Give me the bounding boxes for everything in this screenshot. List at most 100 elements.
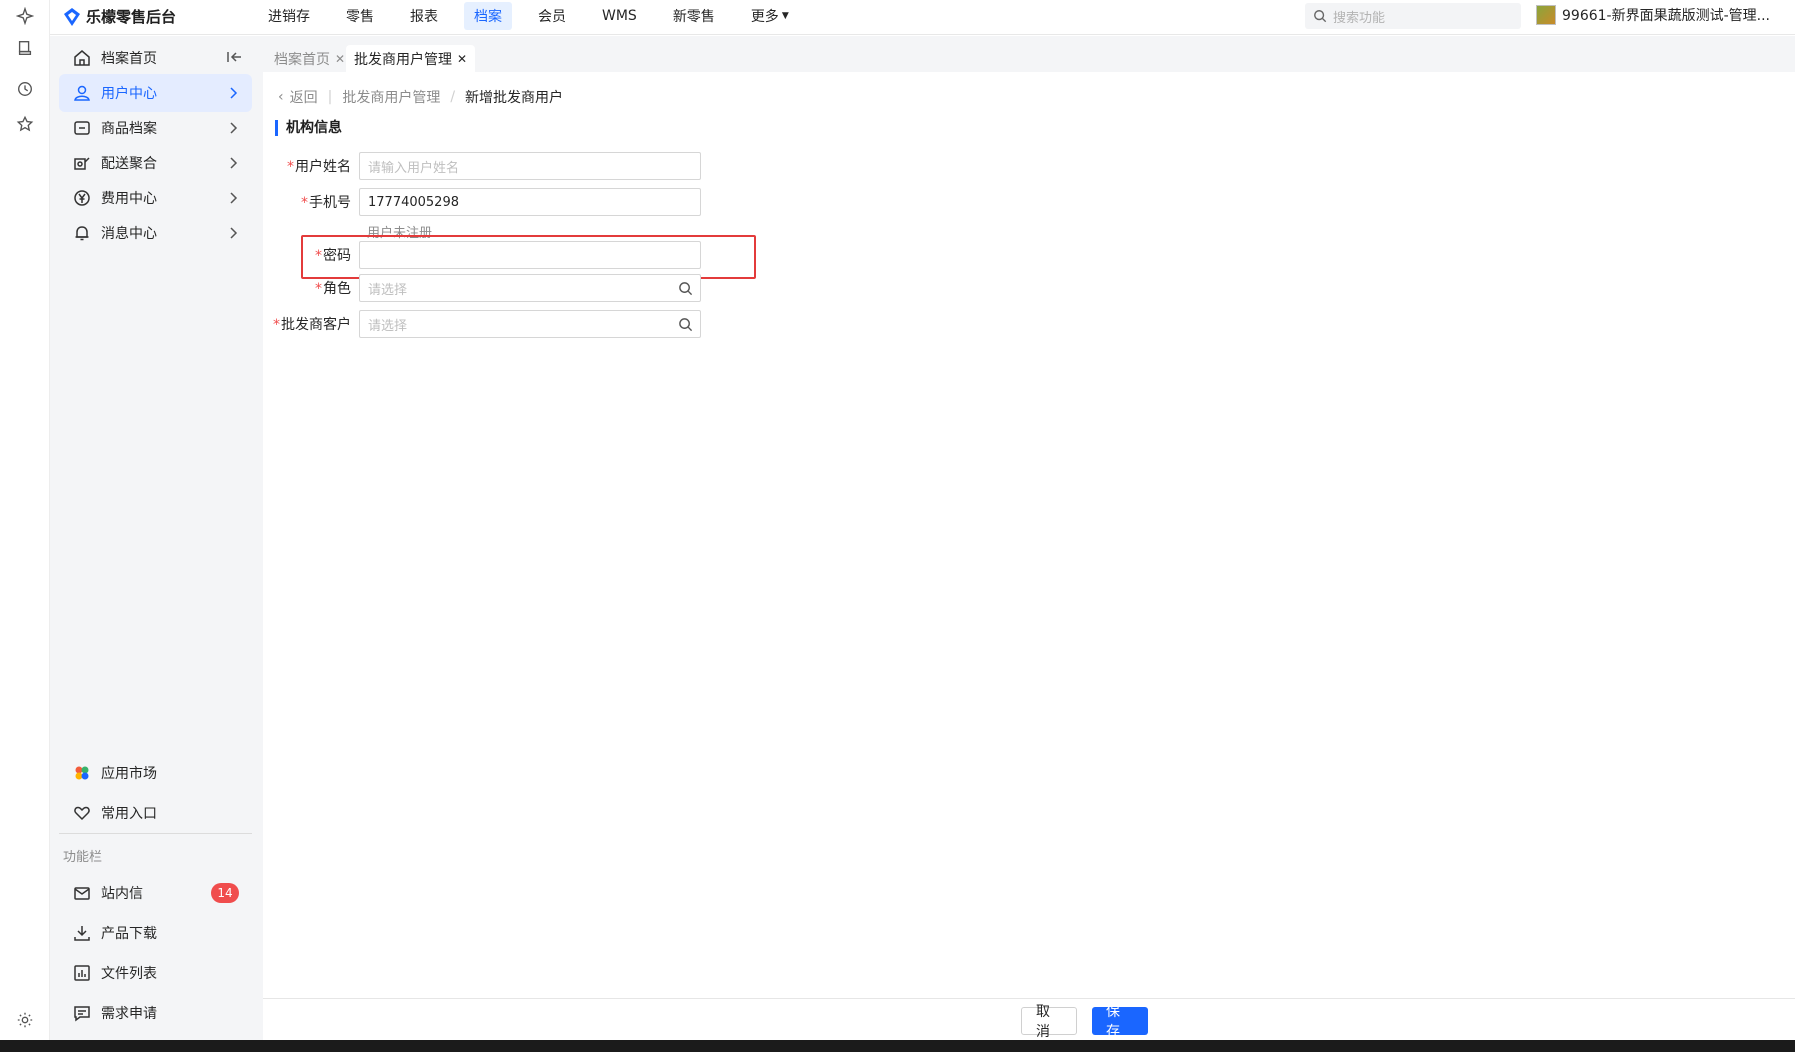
store-icon[interactable] <box>15 38 35 58</box>
sidebar-divider <box>59 833 252 834</box>
field-label-text: 用户姓名 <box>295 159 351 175</box>
sparkle-icon[interactable] <box>15 6 35 26</box>
sidebar-item-label: 消息中心 <box>101 226 157 242</box>
search-icon[interactable] <box>678 317 693 332</box>
top-nav-item[interactable]: 新零售 <box>663 2 725 30</box>
breadcrumb: ‹ 返回 | 批发商用户管理 / 新增批发商用户 <box>278 87 563 107</box>
input-placeholder: 请选择 <box>368 318 408 334</box>
role-select[interactable]: 请选择 <box>359 274 701 302</box>
box-icon <box>73 119 91 137</box>
chevron-right-icon <box>230 192 238 204</box>
close-icon[interactable]: ✕ <box>457 52 467 66</box>
tab-label: 档案首页 <box>274 51 330 68</box>
top-nav-item-active[interactable]: 档案 <box>464 2 512 30</box>
sidebar-item-label: 文件列表 <box>101 966 157 982</box>
form-row-wholesaler-customer: *批发商客户 请选择 <box>263 310 701 338</box>
save-button[interactable]: 保存 <box>1092 1004 1148 1040</box>
bell-icon <box>73 224 91 242</box>
password-input[interactable] <box>359 241 701 269</box>
home-icon <box>73 49 91 67</box>
top-nav-item[interactable]: 会员 <box>528 2 576 30</box>
sidebar-item-file-list[interactable]: 文件列表 <box>59 954 252 992</box>
top-nav-item[interactable]: 报表 <box>400 2 448 30</box>
chevron-right-icon <box>230 122 238 134</box>
top-nav-more[interactable]: 更多 ▼ <box>741 2 799 30</box>
breadcrumb-current: 新增批发商用户 <box>465 90 564 106</box>
field-label-text: 密码 <box>323 248 351 264</box>
account-switcher[interactable]: 99661-新界面果蔬版测试-管理... <box>1536 5 1770 25</box>
taskbar <box>0 1040 1795 1052</box>
settings-icon[interactable] <box>15 1010 35 1030</box>
more-label: 更多 <box>750 9 779 25</box>
field-label-text: 手机号 <box>309 195 351 211</box>
sidebar-item-product-archive[interactable]: 商品档案 <box>59 109 252 147</box>
chevron-right-icon <box>230 157 238 169</box>
sidebar-item-label: 配送聚合 <box>101 156 157 172</box>
star-icon[interactable] <box>15 114 35 134</box>
required-mark: * <box>315 281 322 297</box>
required-mark: * <box>273 317 280 333</box>
sidebar-item-label: 站内信 <box>101 886 143 902</box>
field-label: *批发商客户 <box>263 314 359 334</box>
cancel-button[interactable]: 取消 <box>1021 1004 1077 1040</box>
app-market-icon <box>73 764 91 782</box>
sidebar-item-label: 需求申请 <box>101 1006 157 1022</box>
required-mark: * <box>287 159 294 175</box>
tab-archive-home[interactable]: 档案首页 ✕ <box>266 45 353 72</box>
sidebar-item-request[interactable]: 需求申请 <box>59 994 252 1032</box>
form-footer: 取消 保存 <box>263 998 1795 1040</box>
sidebar-item-inbox[interactable]: 站内信 14 <box>59 874 252 912</box>
field-label-text: 角色 <box>323 281 351 297</box>
sidebar-item-label: 产品下载 <box>101 926 157 942</box>
search-placeholder: 搜索功能 <box>1333 10 1386 26</box>
caret-down-icon: ▼ <box>781 11 789 21</box>
function-search[interactable]: 搜索功能 <box>1305 3 1521 29</box>
sidebar-item-label: 费用中心 <box>101 191 157 207</box>
sidebar-item-download[interactable]: 产品下载 <box>59 914 252 952</box>
brand[interactable]: 乐檬零售后台 <box>64 0 176 33</box>
heart-icon <box>73 804 91 822</box>
top-nav-item[interactable]: 零售 <box>336 2 384 30</box>
account-name: 99661-新界面果蔬版测试-管理... <box>1562 8 1770 24</box>
form-row-role: *角色 请选择 <box>263 274 701 302</box>
clock-icon[interactable] <box>15 79 35 99</box>
search-icon[interactable] <box>678 281 693 296</box>
download-icon <box>73 924 91 942</box>
breadcrumb-parent[interactable]: 批发商用户管理 <box>342 87 440 107</box>
icon-rail <box>0 0 50 1040</box>
brand-logo-icon <box>64 7 80 26</box>
sidebar-item-favorites[interactable]: 常用入口 <box>59 794 252 832</box>
form-row-username: *用户姓名 请输入用户姓名 <box>263 152 701 180</box>
close-icon[interactable]: ✕ <box>335 52 345 66</box>
brand-name: 乐檬零售后台 <box>86 8 177 26</box>
sidebar-item-delivery[interactable]: 配送聚合 <box>59 144 252 182</box>
sidebar-item-label: 商品档案 <box>101 121 157 137</box>
sidebar-item-label: 用户中心 <box>101 86 157 102</box>
collapse-sidebar-icon[interactable] <box>226 49 242 65</box>
username-input[interactable]: 请输入用户姓名 <box>359 152 701 180</box>
chevron-left-icon[interactable]: ‹ <box>278 89 284 105</box>
section-title: 机构信息 <box>275 120 342 136</box>
wholesaler-customer-select[interactable]: 请选择 <box>359 310 701 338</box>
delivery-icon <box>73 154 91 172</box>
bar-chart-icon <box>73 964 91 982</box>
back-link[interactable]: 返回 <box>290 87 318 107</box>
message-icon <box>73 1004 91 1022</box>
top-nav-item[interactable]: WMS <box>592 2 647 30</box>
sidebar-item-label: 应用市场 <box>101 766 157 782</box>
sidebar-item-home[interactable]: 档案首页 <box>59 39 252 77</box>
store-avatar <box>1536 5 1556 25</box>
sidebar-item-message-center[interactable]: 消息中心 <box>59 214 252 252</box>
field-label: *手机号 <box>263 192 359 212</box>
search-icon <box>1314 10 1327 23</box>
phone-input[interactable]: 17774005298 <box>359 188 701 216</box>
sidebar-item-app-market[interactable]: 应用市场 <box>59 754 252 792</box>
required-mark: * <box>315 248 322 264</box>
input-value: 17774005298 <box>368 194 459 210</box>
sidebar-item-user-center[interactable]: 用户中心 <box>59 74 252 112</box>
yen-coin-icon <box>73 189 91 207</box>
sidebar-item-expense-center[interactable]: 费用中心 <box>59 179 252 217</box>
tab-wholesaler-user-management[interactable]: 批发商用户管理 ✕ <box>346 45 476 72</box>
top-nav-item[interactable]: 进销存 <box>258 2 320 30</box>
mail-icon <box>73 884 91 902</box>
